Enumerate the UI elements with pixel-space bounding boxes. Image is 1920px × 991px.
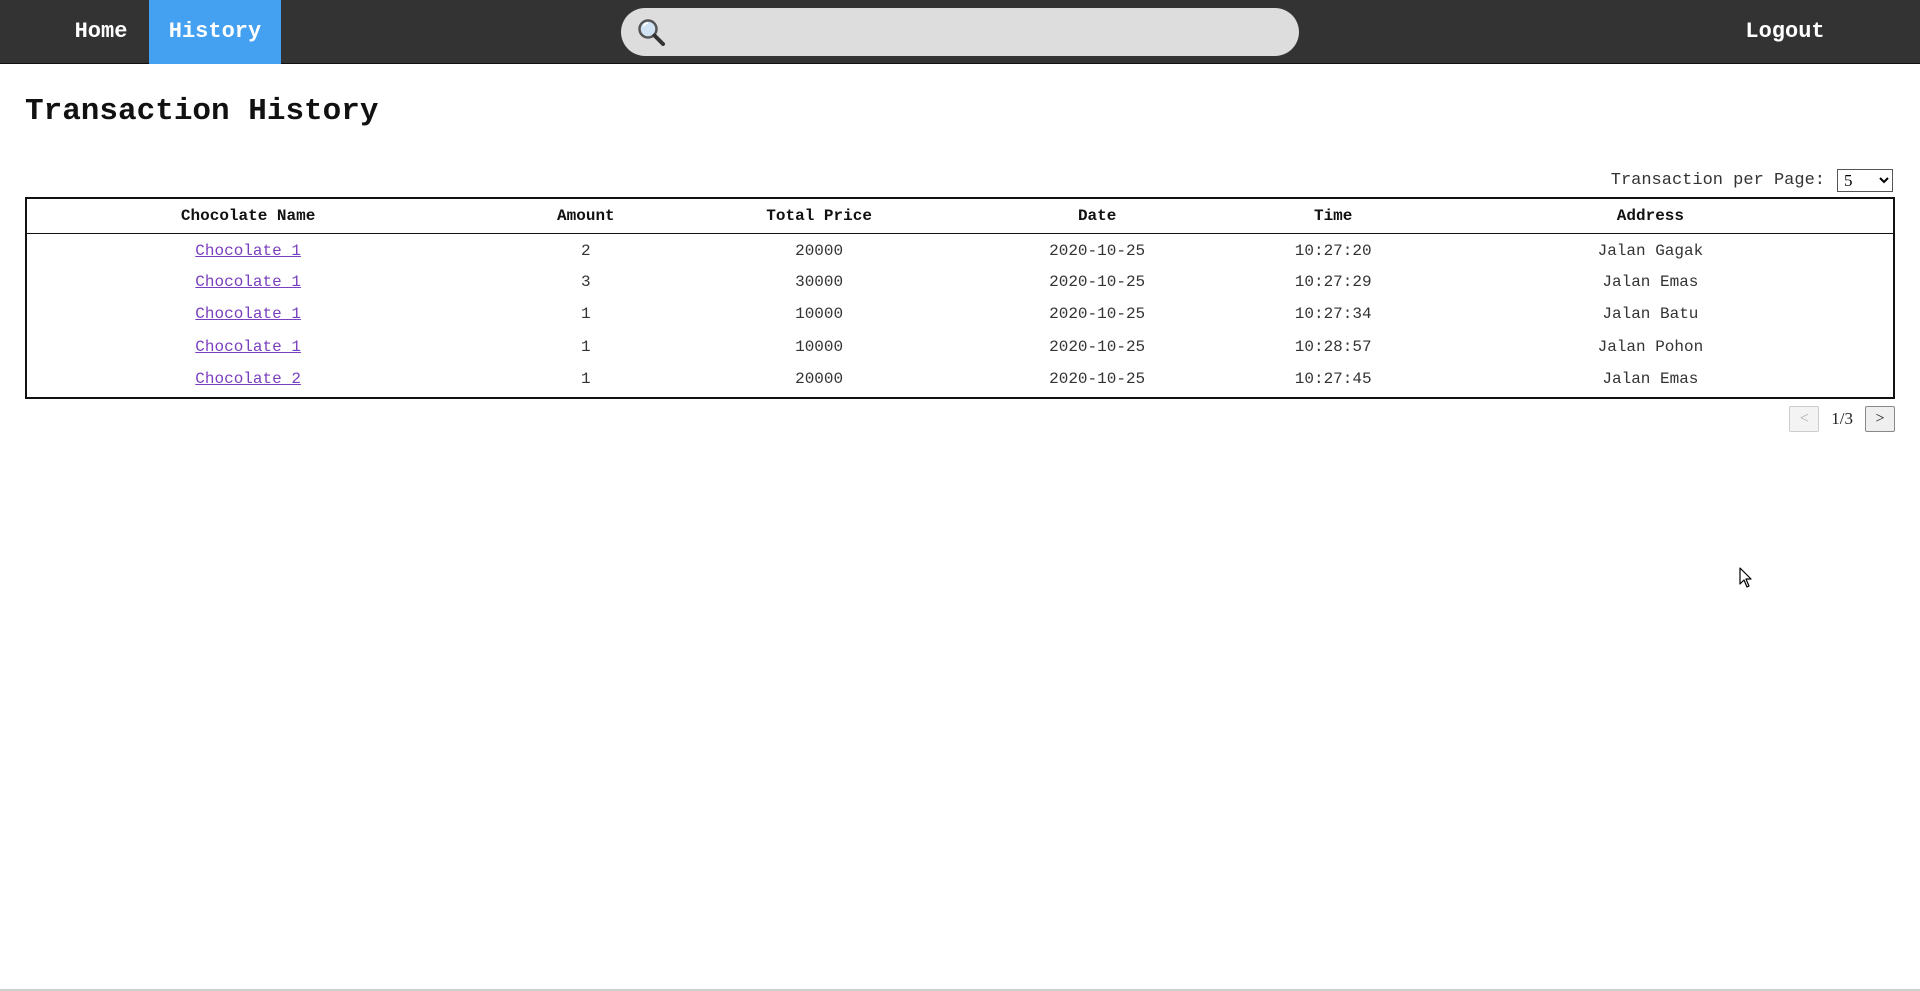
cell-chocolate-name: Chocolate 1 xyxy=(27,266,469,299)
cell-address: Jalan Gagak xyxy=(1597,242,1704,260)
nav-home-link[interactable]: Home xyxy=(61,0,141,64)
search-input[interactable] xyxy=(677,8,1277,56)
per-page-control: Transaction per Page: 5 xyxy=(1611,168,1893,192)
logout-link[interactable]: Logout xyxy=(1730,0,1840,64)
cell-amount: 1 xyxy=(581,370,591,389)
cell-date: 2020-10-25 xyxy=(1049,242,1146,260)
chocolate-link[interactable]: Chocolate 1 xyxy=(195,273,301,291)
cell-time: 10:27:45 xyxy=(1294,370,1372,389)
cell-total-price: 20000 xyxy=(795,370,844,389)
column-header-time: Time xyxy=(1258,199,1408,234)
cell-address: Jalan Emas xyxy=(1602,370,1699,389)
column-header-address: Address xyxy=(1407,199,1893,234)
table-row: Chocolate 2 1 20000 2020-10-25 10:27:45 … xyxy=(27,363,1893,396)
table-row: Chocolate 1 3 30000 2020-10-25 10:27:29 … xyxy=(27,266,1893,299)
top-navbar: Home History Logout xyxy=(0,0,1920,64)
page-indicator: 1/3 xyxy=(1831,409,1853,428)
transaction-table: Chocolate Name Amount Total Price Date T… xyxy=(27,199,1893,396)
per-page-label: Transaction per Page: xyxy=(1610,170,1825,190)
page-title: Transaction History xyxy=(25,94,379,129)
column-header-amount: Amount xyxy=(469,199,703,234)
cell-amount: 2 xyxy=(581,242,591,260)
cell-date: 2020-10-25 xyxy=(1049,370,1146,389)
cell-address: Jalan Batu xyxy=(1602,305,1699,324)
prev-page-button[interactable]: < xyxy=(1789,406,1820,432)
per-page-select[interactable]: 5 xyxy=(1837,168,1893,192)
chocolate-link[interactable]: Chocolate 1 xyxy=(195,242,301,260)
cell-time: 10:27:34 xyxy=(1294,305,1372,324)
cell-time: 10:27:29 xyxy=(1294,272,1372,291)
column-header-total-price: Total Price xyxy=(702,199,936,234)
table-row: Chocolate 1 2 20000 2020-10-25 10:27:20 … xyxy=(27,233,1893,266)
cell-amount: 1 xyxy=(581,337,591,356)
cell-chocolate-name: Chocolate 2 xyxy=(27,363,469,396)
search-icon xyxy=(638,19,665,46)
table-header-row: Chocolate Name Amount Total Price Date T… xyxy=(27,199,1893,234)
cell-address: Jalan Pohon xyxy=(1597,337,1704,356)
table-row: Chocolate 1 1 10000 2020-10-25 10:27:34 … xyxy=(27,298,1893,331)
cell-chocolate-name: Chocolate 1 xyxy=(27,331,469,364)
cell-total-price: 20000 xyxy=(795,242,844,260)
cell-chocolate-name: Chocolate 1 xyxy=(27,233,469,266)
nav-history-link[interactable]: History xyxy=(149,0,281,64)
cell-date: 2020-10-25 xyxy=(1049,337,1146,356)
column-header-date: Date xyxy=(935,199,1259,234)
cell-total-price: 10000 xyxy=(795,337,844,356)
chocolate-link[interactable]: Chocolate 1 xyxy=(195,338,301,356)
cell-date: 2020-10-25 xyxy=(1049,272,1146,291)
chocolate-link[interactable]: Chocolate 2 xyxy=(195,370,301,388)
mouse-pointer-icon xyxy=(1739,567,1752,588)
pagination: < 1/3 > xyxy=(1789,405,1895,433)
column-header-chocolate-name: Chocolate Name xyxy=(27,199,470,234)
cell-chocolate-name: Chocolate 1 xyxy=(27,298,469,331)
cell-time: 10:27:20 xyxy=(1294,242,1372,260)
cell-total-price: 30000 xyxy=(795,272,844,291)
chocolate-link[interactable]: Chocolate 1 xyxy=(195,305,301,323)
cell-total-price: 10000 xyxy=(795,305,844,324)
transaction-table-container: Chocolate Name Amount Total Price Date T… xyxy=(25,197,1895,399)
cell-date: 2020-10-25 xyxy=(1049,305,1146,324)
table-row: Chocolate 1 1 10000 2020-10-25 10:28:57 … xyxy=(27,331,1893,364)
cell-amount: 3 xyxy=(581,272,591,291)
cell-address: Jalan Emas xyxy=(1602,272,1699,291)
cell-time: 10:28:57 xyxy=(1294,337,1372,356)
search-bar[interactable] xyxy=(621,8,1299,56)
next-page-button[interactable]: > xyxy=(1865,406,1895,432)
cell-amount: 1 xyxy=(581,305,591,324)
